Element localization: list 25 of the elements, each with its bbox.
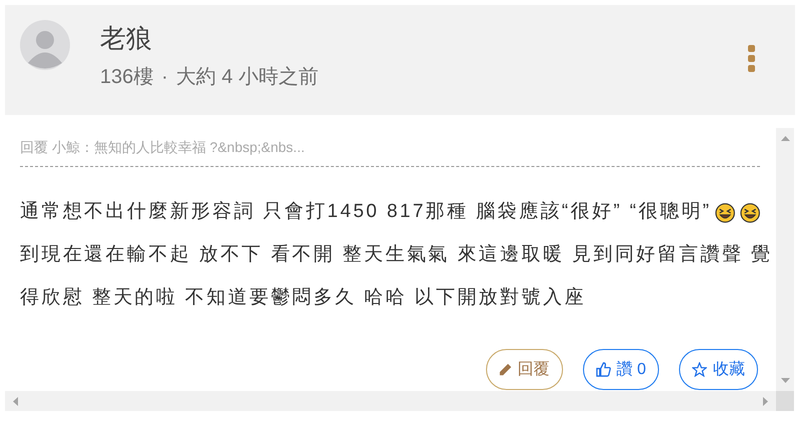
avatar-icon — [20, 20, 70, 70]
pencil-icon — [498, 363, 512, 376]
favorite-button[interactable]: 收藏 — [679, 349, 758, 390]
scroll-down-icon[interactable] — [780, 378, 790, 383]
scroll-right-icon[interactable] — [763, 396, 768, 406]
comment-text: 得欣慰 整天的啦 不知道要鬱悶多久 哈哈 以下開放對號入座 — [20, 286, 586, 310]
vertical-scrollbar[interactable] — [776, 128, 794, 391]
author-name: 老狼 — [100, 22, 153, 55]
floor-number: 136樓 — [100, 65, 154, 90]
post-time: 大約 4 小時之前 — [176, 65, 318, 90]
reply-button[interactable]: 回覆 — [486, 349, 563, 390]
scrollbar-corner — [776, 391, 794, 411]
comment-text: 到現在還在輸不起 放不下 看不開 整天生氣氣 來這邊取暖 見到同好留言讚聲 覺 — [20, 243, 772, 268]
scroll-up-icon[interactable] — [780, 136, 790, 141]
separator-dot: · — [161, 65, 168, 90]
horizontal-scrollbar[interactable] — [5, 391, 776, 411]
like-button[interactable]: 讚 0 — [582, 349, 659, 390]
more-menu-icon[interactable] — [746, 43, 757, 74]
laughing-face-icon — [740, 202, 760, 224]
laughing-face-icon — [715, 202, 736, 224]
reply-quote: 回覆 小鯨：無知的人比較幸福 ?&nbsp;&nbs... — [20, 139, 305, 155]
comment-text: 通常想不出什麼新形容詞 只會打1450 817那種 腦袋應該“很好” “很聰明” — [20, 200, 712, 224]
star-icon — [692, 362, 707, 377]
thumbs-up-icon — [596, 362, 611, 377]
scroll-left-icon[interactable] — [13, 396, 18, 406]
